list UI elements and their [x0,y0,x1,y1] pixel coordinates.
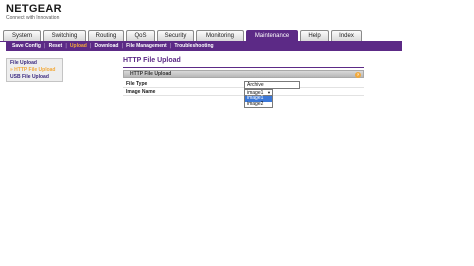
brand-name: NETGEAR [6,3,62,15]
main-tabs: System Switching Routing QoS Security Mo… [3,30,364,41]
tab-monitoring[interactable]: Monitoring [196,30,244,41]
subnav-save-config[interactable]: Save Config [12,43,41,49]
subnav-separator: | [65,43,67,49]
netgear-logo: NETGEAR Connect with Innovation [6,3,62,21]
panel-title: HTTP File Upload [130,71,172,77]
tab-qos[interactable]: QoS [126,30,155,41]
subnav-reset[interactable]: Reset [49,43,63,49]
help-icon[interactable]: ? [355,72,361,78]
tab-switching[interactable]: Switching [43,30,86,41]
subnav-download[interactable]: Download [95,43,119,49]
subnav-separator: | [121,43,124,49]
tab-maintenance[interactable]: Maintenance [246,30,298,41]
tab-routing[interactable]: Routing [88,30,124,41]
sub-navigation: Save Config | Reset | Upload | Download … [6,41,402,51]
sidebar-item-http-file-upload[interactable]: » HTTP File Upload [10,67,59,74]
subnav-separator: | [89,43,92,49]
brand-tagline: Connect with Innovation [6,15,60,21]
tab-system[interactable]: System [3,30,41,41]
tab-security[interactable]: Security [157,30,194,41]
sidebar-item-file-upload[interactable]: File Upload [10,60,59,67]
tab-help[interactable]: Help [300,30,329,41]
dropdown-option-image2[interactable]: image2 [245,101,272,108]
subnav-troubleshooting[interactable]: Troubleshooting [174,43,213,49]
tab-index[interactable]: Index [331,30,362,41]
image-name-dropdown: image1 image2 [244,95,273,108]
panel-header: HTTP File Upload ? [123,70,364,78]
subnav-separator: | [169,43,172,49]
subnav-upload[interactable]: Upload [70,43,87,49]
page-title: HTTP File Upload [123,57,181,64]
file-type-value: Archive [247,82,264,88]
subnav-file-management[interactable]: File Management [126,43,167,49]
sidebar: File Upload » HTTP File Upload USB File … [6,58,63,82]
subnav-separator: | [43,43,46,49]
title-divider [123,67,364,68]
sidebar-item-usb-file-upload[interactable]: USB File Upload [10,74,59,81]
file-type-select[interactable]: Archive [244,81,300,89]
